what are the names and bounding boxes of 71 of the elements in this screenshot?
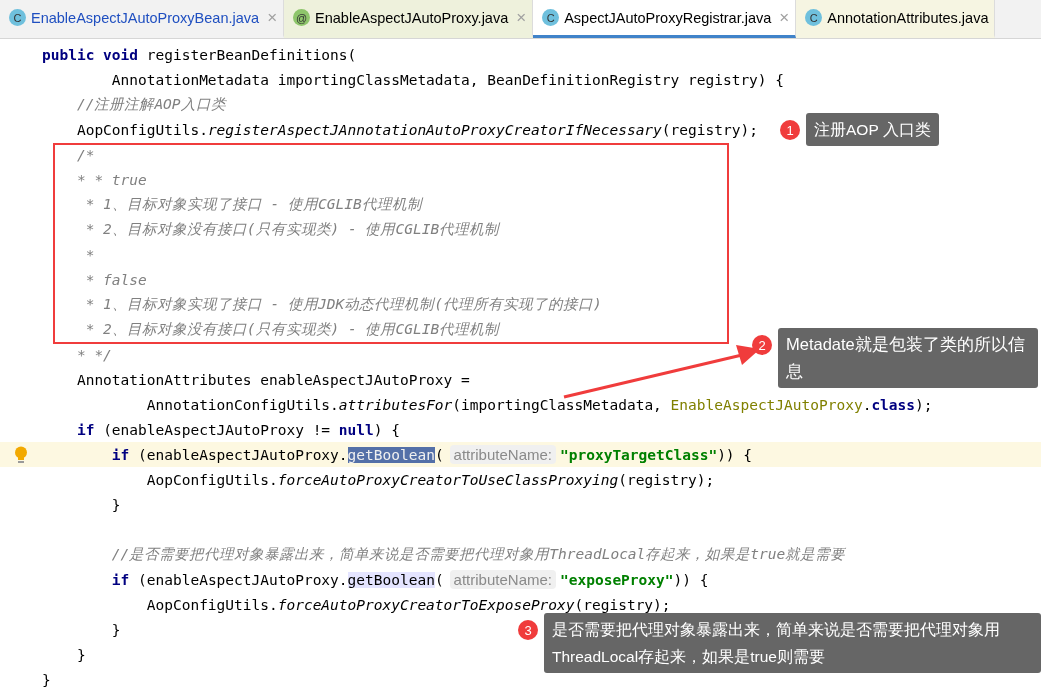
method-name: attributesFor bbox=[338, 396, 453, 413]
code-text: } bbox=[111, 496, 121, 513]
code-text: ( bbox=[434, 446, 444, 463]
lightbulb-icon[interactable] bbox=[14, 445, 28, 464]
code-text: ) { bbox=[373, 421, 400, 438]
code-comment: * * true bbox=[76, 171, 147, 188]
code-text: (enableAspectJAutoProxy. bbox=[138, 571, 348, 588]
keyword: if bbox=[111, 446, 130, 463]
tab-label: EnableAspectJAutoProxyBean.java bbox=[31, 9, 260, 26]
code-text: AopConfigUtils. bbox=[146, 596, 278, 613]
code-comment: //注册注解AOP入口类 bbox=[76, 95, 226, 114]
code-comment: * 1、目标对象实现了接口 - 使用CGLIB代理机制 bbox=[85, 195, 422, 214]
editor-tab[interactable]: C AspectJAutoProxyRegistrar.java × bbox=[533, 0, 797, 38]
code-comment: * 2、目标对象没有接口(只有实现类) - 使用CGLIB代理机制 bbox=[85, 320, 500, 339]
code-comment: * 2、目标对象没有接口(只有实现类) - 使用CGLIB代理机制 bbox=[85, 220, 500, 239]
method-name: registerAspectJAnnotationAutoProxyCreatorIfNecessary bbox=[207, 121, 662, 138]
parameter-hint: attributeName: bbox=[449, 445, 556, 464]
number-badge: 3 bbox=[518, 620, 538, 640]
class-icon: C bbox=[542, 9, 560, 26]
number-badge: 2 bbox=[752, 335, 772, 355]
tab-label: AspectJAutoProxyRegistrar.java bbox=[564, 9, 772, 26]
class-name: EnableAspectJAutoProxy bbox=[670, 396, 863, 413]
class-icon: C bbox=[9, 9, 26, 26]
code-text: registerBeanDefinitions( bbox=[146, 46, 357, 63]
string-literal: "exposeProxy" bbox=[560, 571, 674, 588]
code-text: } bbox=[42, 671, 51, 688]
code-comment: /* bbox=[76, 146, 95, 163]
code-text: AopConfigUtils. bbox=[76, 121, 208, 138]
code-text: )) { bbox=[717, 446, 753, 463]
code-text: (enableAspectJAutoProxy. bbox=[138, 446, 348, 463]
editor-tab[interactable]: C AnnotationAttributes.java bbox=[796, 0, 996, 38]
keyword: if bbox=[76, 421, 95, 438]
parameter-hint: attributeName: bbox=[449, 570, 556, 589]
code-comment: * 1、目标对象实现了接口 - 使用JDK动态代理机制(代理所有实现了的接口) bbox=[85, 295, 602, 314]
code-text: } bbox=[111, 621, 121, 638]
code-text: (registry); bbox=[574, 596, 671, 613]
code-text: (importingClassMetadata, bbox=[452, 396, 662, 413]
highlighted-usage: getBoolean bbox=[347, 571, 435, 588]
callout-note: 注册AOP 入口类 bbox=[806, 113, 939, 146]
editor-tab[interactable]: @ EnableAspectJAutoProxy.java × bbox=[284, 0, 534, 38]
tab-label: EnableAspectJAutoProxy.java bbox=[315, 9, 509, 26]
code-text: ( bbox=[434, 571, 444, 588]
code-text: AopConfigUtils. bbox=[146, 471, 278, 488]
code-comment: * bbox=[85, 246, 95, 263]
code-text: ); bbox=[915, 396, 933, 413]
callout-note: 是否需要把代理对象暴露出来，简单来说是否需要把代理对象用ThreadLocal存起来，如果是true则需要 bbox=[544, 613, 1041, 673]
code-text: (registry); bbox=[661, 121, 758, 138]
method-name: forceAutoProxyCreatorToExposeProxy bbox=[277, 596, 575, 613]
class-icon: C bbox=[805, 9, 823, 26]
code-text: )) { bbox=[673, 571, 709, 588]
code-comment: * */ bbox=[76, 346, 112, 363]
tab-label: AnnotationAttributes.java bbox=[827, 9, 989, 26]
code-text: AnnotationMetadata importingClassMetadata, BeanDefinitionRegistry registry) { bbox=[111, 71, 785, 88]
code-text: . bbox=[862, 396, 872, 413]
keyword: if bbox=[111, 571, 130, 588]
keyword: public void bbox=[42, 46, 139, 63]
selected-text: getBoolean bbox=[347, 446, 435, 463]
code-text: AnnotationConfigUtils. bbox=[146, 396, 339, 413]
code-comment: * false bbox=[85, 271, 147, 288]
string-literal: "proxyTargetClass" bbox=[560, 446, 718, 463]
keyword: class bbox=[871, 396, 916, 413]
number-badge: 1 bbox=[780, 120, 800, 140]
code-text: (enableAspectJAutoProxy != bbox=[103, 421, 332, 438]
keyword: null bbox=[338, 421, 374, 438]
code-comment: //是否需要把代理对象暴露出来，简单来说是否需要把代理对象用ThreadLocal存起来，如果是true就是需要 bbox=[111, 545, 846, 564]
callout-note: Metadate就是包装了类的所以信息 bbox=[778, 328, 1038, 388]
code-text: (registry); bbox=[618, 471, 715, 488]
annotation-icon: @ bbox=[293, 9, 311, 26]
method-name: forceAutoProxyCreatorToUseClassProxying bbox=[277, 471, 619, 488]
code-text: } bbox=[76, 646, 86, 663]
code-text: AnnotationAttributes enableAspectJAutoProxy = bbox=[76, 371, 470, 388]
